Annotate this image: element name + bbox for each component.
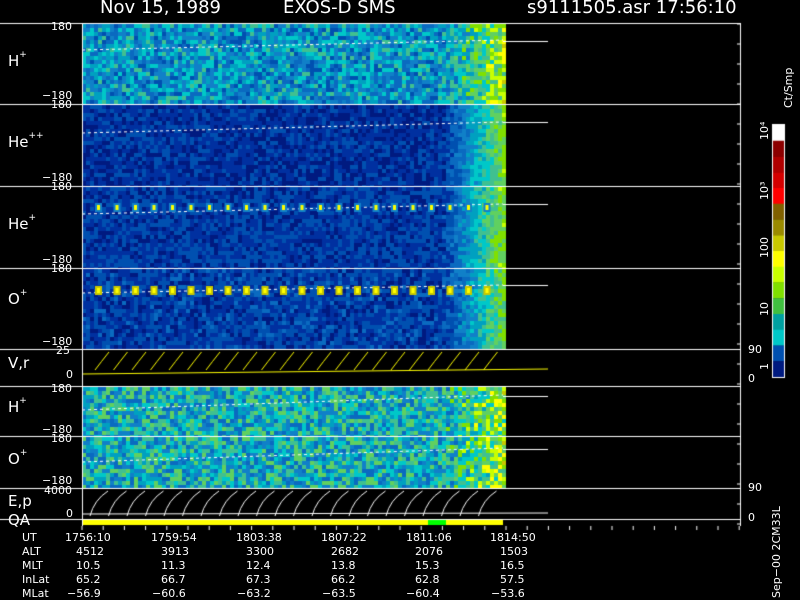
ephemeris-cell: −56.9 [67, 587, 101, 600]
tick-top: 180 [51, 20, 72, 33]
ephemeris-cell: 2682 [331, 545, 359, 558]
ephemeris-cell: 1759:54 [151, 531, 197, 544]
ephemeris-cell: 1503 [500, 545, 528, 558]
ephemeris-row-name: InLat [22, 573, 50, 586]
ephemeris-row-name: ALT [22, 545, 41, 558]
ephemeris-cell: 3300 [246, 545, 274, 558]
ephemeris-cell: 1803:38 [236, 531, 282, 544]
tick-bottom: 0 [66, 507, 73, 520]
ephemeris-cell: 15.3 [415, 559, 440, 572]
ephemeris-cell: 10.5 [76, 559, 101, 572]
ephemeris-cell: 66.2 [331, 573, 356, 586]
tick-top: 4000 [44, 484, 72, 497]
right-tick-top: 90 [748, 343, 762, 356]
panel-label-he-plus-plus: He++ [8, 131, 44, 151]
ephemeris-cell: 1807:22 [321, 531, 367, 544]
right-tick-top: 90 [748, 481, 762, 494]
ephemeris-cell: 65.2 [76, 573, 101, 586]
ephemeris-cell: 62.8 [415, 573, 440, 586]
tick-top: 180 [51, 382, 72, 395]
ephemeris-cell: 13.8 [331, 559, 356, 572]
date-title: Nov 15, 1989 [100, 0, 222, 18]
ephemeris-cell: 3913 [161, 545, 189, 558]
spectrogram-canvas [0, 0, 800, 600]
right-tick-bottom: 0 [748, 511, 755, 524]
ephemeris-cell: 12.4 [246, 559, 271, 572]
colorbar-tick: 100 [758, 237, 771, 258]
ephemeris-cell: 2076 [415, 545, 443, 558]
ephemeris-row-name: MLT [22, 559, 43, 572]
ephemeris-cell: 1811:06 [406, 531, 452, 544]
ephemeris-cell: 16.5 [500, 559, 525, 572]
qa-label: QA [8, 511, 31, 529]
ephemeris-cell: 1756:10 [65, 531, 111, 544]
panel-label-he-plus: He+ [8, 213, 37, 233]
spectrogram-window: Nov 15, 1989 EXOS-D SMS s9111505.asr 17:… [0, 0, 800, 600]
ephemeris-cell: −63.5 [322, 587, 356, 600]
ephemeris-cell: 66.7 [161, 573, 186, 586]
panel-label-o-plus-2: O+ [8, 448, 28, 468]
tick-top: 180 [51, 262, 72, 275]
file-time-title: s9111505.asr 17:56:10 [527, 0, 737, 18]
panel-label-h-plus-2: H+ [8, 396, 27, 416]
ephemeris-cell: 57.5 [500, 573, 525, 586]
ephemeris-cell: 67.3 [246, 573, 271, 586]
ephemeris-row-name: UT [22, 531, 37, 544]
panel-label-velocity: V,r [8, 354, 30, 372]
ephemeris-cell: 11.3 [161, 559, 186, 572]
ephemeris-cell: −60.4 [406, 587, 440, 600]
ephemeris-cell: −60.6 [152, 587, 186, 600]
panel-label-h-plus: H+ [8, 50, 27, 70]
panel-label-energy: E,p [8, 492, 32, 510]
tick-top: 180 [51, 432, 72, 445]
colorbar-tick: 10⁴ [758, 121, 771, 140]
panel-label-o-plus: O+ [8, 288, 28, 308]
tick-top: 25 [56, 344, 70, 357]
colorbar-tick: 10³ [758, 181, 771, 200]
ephemeris-row-name: MLat [22, 587, 49, 600]
colorbar-tick: 10 [758, 302, 771, 316]
colorbar-tick: 1 [758, 363, 771, 370]
tick-top: 180 [51, 180, 72, 193]
footer-note: Sep−00 2CM33L [770, 506, 783, 598]
ephemeris-cell: −63.2 [237, 587, 271, 600]
right-tick-bottom: 0 [748, 372, 755, 385]
instrument-title: EXOS-D SMS [283, 0, 396, 18]
ephemeris-cell: 1814:50 [490, 531, 536, 544]
tick-top: 180 [51, 98, 72, 111]
ephemeris-cell: 4512 [76, 545, 104, 558]
tick-bottom: 0 [66, 368, 73, 381]
colorbar-unit: Ct/Smp [782, 67, 795, 108]
ephemeris-cell: −53.6 [491, 587, 525, 600]
